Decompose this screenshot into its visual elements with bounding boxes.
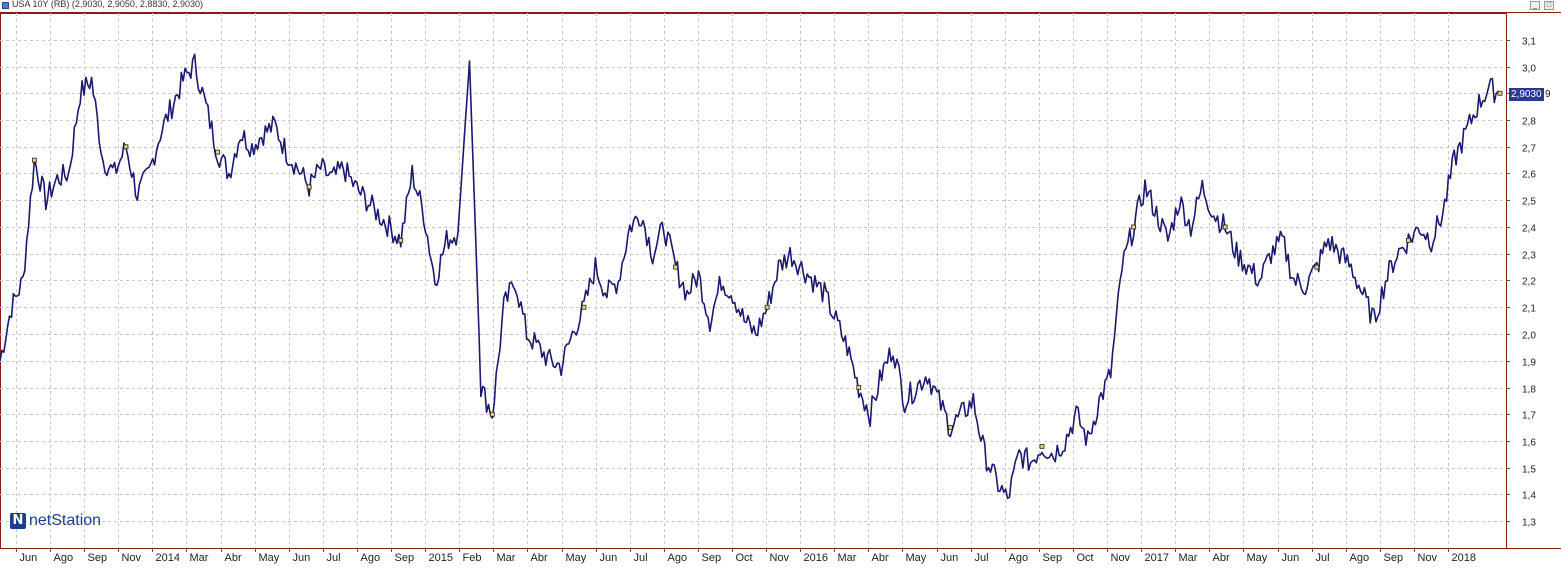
x-tick-label: Abr (872, 552, 889, 564)
x-tick-label: Mar (190, 552, 209, 564)
data-point-marker (1497, 90, 1503, 96)
x-tick-label: Jul (327, 552, 341, 564)
last-price-label: 2,9030 (1509, 88, 1544, 101)
y-tick-label: 2,3 (1522, 251, 1536, 262)
data-point-marker (581, 304, 587, 310)
netstation-logo-text: netStation (29, 512, 102, 529)
last-price-trailing-digit: 9 (1545, 89, 1551, 100)
x-tick-label: Abr (225, 552, 242, 564)
y-tick-label: 1,9 (1522, 358, 1536, 369)
data-point-marker (673, 264, 678, 270)
x-tick-label: Nov (770, 552, 790, 564)
chart-grid (0, 13, 1507, 549)
x-tick-label: Feb (463, 552, 482, 564)
x-tick-label: Jun (600, 552, 618, 564)
x-tick-label: Ago (1350, 552, 1370, 564)
x-tick-label: May (259, 552, 280, 564)
netstation-logo-mark: N (10, 513, 26, 529)
y-tick-label: 1,8 (1522, 385, 1536, 396)
x-tick-label: Nov (1418, 552, 1438, 564)
data-point-marker (1131, 224, 1136, 230)
y-tick-label: 2,5 (1522, 197, 1536, 208)
x-tick-label: Jul (634, 552, 648, 564)
y-tick-label: 2,1 (1522, 304, 1536, 315)
y-tick-label: 2,2 (1522, 277, 1536, 288)
x-tick-label: May (906, 552, 927, 564)
y-tick-label: 2,8 (1522, 117, 1536, 128)
x-tick-label: Ago (1009, 552, 1029, 564)
y-tick-label: 1,4 (1522, 491, 1536, 502)
x-tick-label: Ago (668, 552, 688, 564)
y-tick-label: 1,6 (1522, 438, 1536, 449)
x-tick-label: Oct (1077, 552, 1094, 564)
y-tick-label: 2,0 (1522, 331, 1536, 342)
x-tick-label: Jul (975, 552, 989, 564)
x-tick-label: 2018 (1452, 552, 1476, 564)
x-tick-label: Ago (361, 552, 381, 564)
x-tick-label: 2017 (1145, 552, 1169, 564)
data-point-marker (1405, 237, 1411, 243)
x-tick-label: Jun (1282, 552, 1300, 564)
x-tick-label: Nov (1111, 552, 1131, 564)
x-tick-label: Jun (941, 552, 959, 564)
line-chart[interactable]: 1,3 1,4 1,5 1,6 1,7 1,8 1,9 2,0 2,1 2,2 2,3 2,4 2,5 2… (0, 0, 1561, 574)
x-tick-label: Jun (293, 552, 311, 564)
data-point-marker (215, 149, 220, 155)
x-tick-label: Mar (1179, 552, 1198, 564)
x-tick-label: Sep (1384, 552, 1404, 564)
x-tick-label: Jul (1316, 552, 1330, 564)
x-tick-label: Mar (838, 552, 857, 564)
x-tick-label: May (1247, 552, 1268, 564)
x-tick-label: Nov (122, 552, 142, 564)
x-tick-label: Jun (20, 552, 38, 564)
x-tick-label: May (566, 552, 587, 564)
y-tick-label: 3,0 (1522, 64, 1536, 75)
x-tick-label: Oct (736, 552, 753, 564)
data-point-marker (398, 237, 404, 243)
x-tick-label: 2016 (804, 552, 828, 564)
data-point-marker (1039, 443, 1045, 449)
y-tick-label: 1,3 (1522, 518, 1536, 529)
data-point-marker (306, 184, 312, 190)
x-tick-label: Sep (395, 552, 415, 564)
chart-axes: 1,3 1,4 1,5 1,6 1,7 1,8 1,9 2,0 2,1 2,2 2,3 2,4 2,5 2… (0, 37, 1561, 564)
y-tick-label: 1,7 (1522, 411, 1536, 422)
x-tick-label: Sep (1043, 552, 1063, 564)
data-point-marker (1314, 264, 1320, 270)
x-tick-label: Sep (88, 552, 108, 564)
y-tick-label: 1,5 (1522, 465, 1536, 476)
x-tick-label: 2015 (429, 552, 453, 564)
y-tick-label: 2,7 (1522, 144, 1536, 155)
data-point-marker (123, 144, 129, 150)
netstation-logo: N netStation (10, 512, 101, 530)
y-tick-label: 3,1 (1522, 37, 1536, 48)
data-point-marker (947, 425, 953, 431)
x-tick-label: Sep (702, 552, 722, 564)
x-tick-label: Abr (531, 552, 548, 564)
x-tick-label: Abr (1213, 552, 1230, 564)
x-tick-label: Mar (497, 552, 516, 564)
data-point-marker (764, 304, 770, 310)
data-point-marker (31, 157, 37, 163)
x-tick-label: Ago (54, 552, 74, 564)
y-tick-label: 2,6 (1522, 170, 1536, 181)
data-point-marker (856, 385, 862, 390)
x-tick-label: 2014 (156, 552, 180, 564)
data-point-marker (1222, 224, 1228, 230)
data-point-marker (489, 411, 495, 417)
y-tick-label: 2,4 (1522, 224, 1536, 235)
